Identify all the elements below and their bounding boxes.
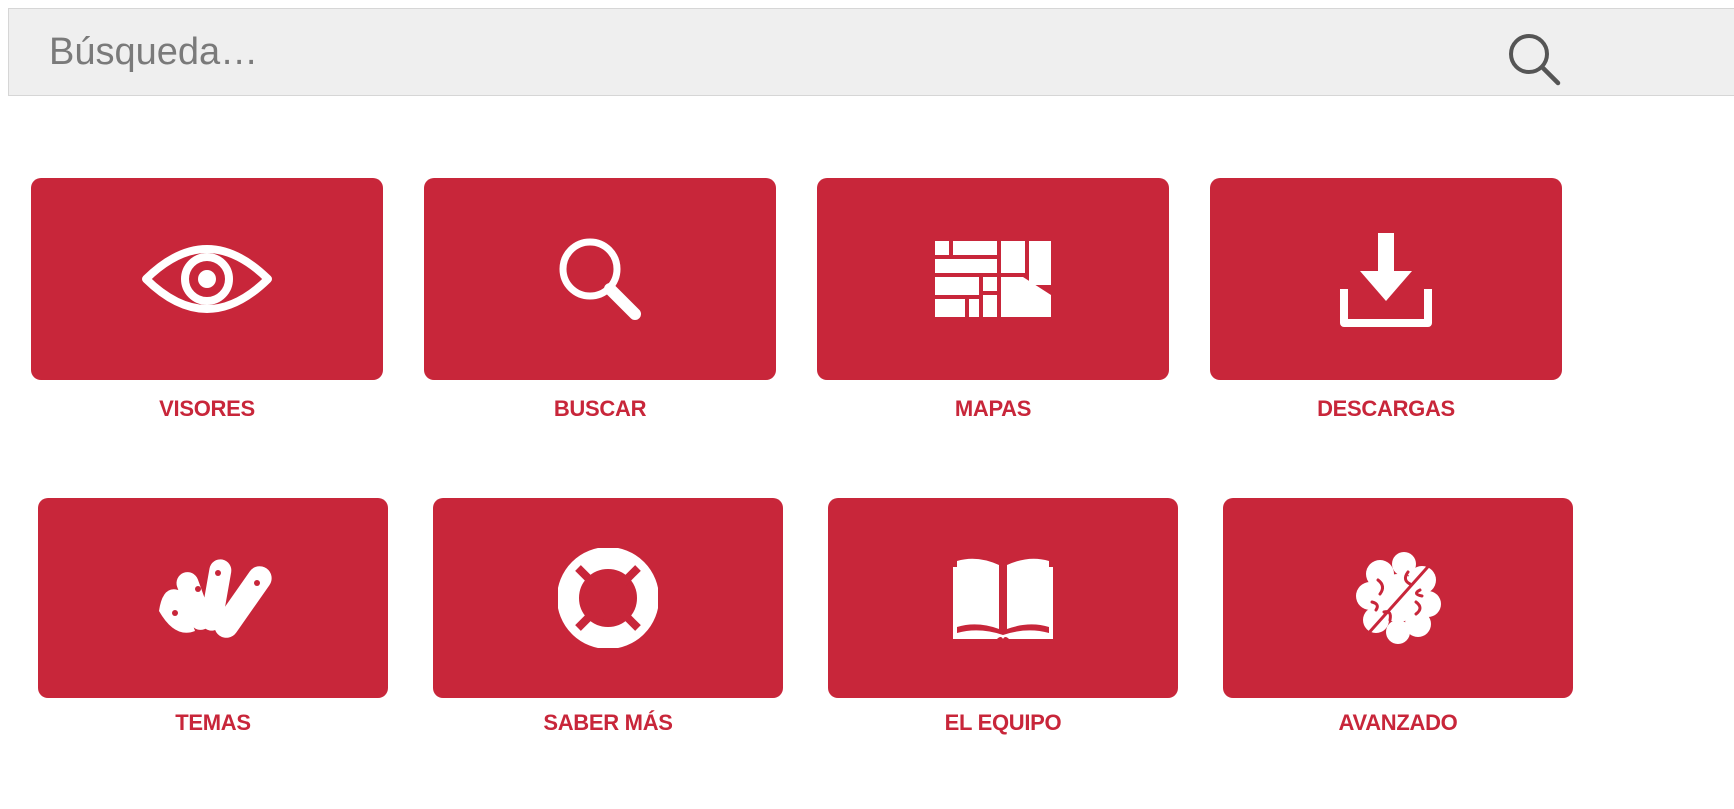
search-input[interactable] xyxy=(49,9,1449,95)
tile-el-equipo-label: EL EQUIPO xyxy=(944,710,1062,735)
tile-mapas-box[interactable] xyxy=(817,178,1169,380)
tile-mapas-label: MAPAS xyxy=(954,396,1032,421)
tile-avanzado[interactable]: AVANZADO xyxy=(1223,498,1573,736)
tile-temas-label: TEMAS xyxy=(175,710,251,735)
magnifier-icon xyxy=(559,238,641,320)
tile-buscar[interactable]: BUSCAR xyxy=(424,178,776,422)
tile-descargas[interactable]: DESCARGAS xyxy=(1210,178,1562,422)
open-book-icon xyxy=(953,558,1053,639)
brain-icon xyxy=(1356,552,1441,644)
tile-saber-mas-box[interactable] xyxy=(433,498,783,698)
tile-saber-mas[interactable]: SABER MÁS xyxy=(433,498,783,736)
download-icon xyxy=(1340,233,1432,327)
lifebuoy-icon xyxy=(558,548,658,648)
tile-saber-mas-label: SABER MÁS xyxy=(543,710,673,735)
tile-temas-box[interactable] xyxy=(38,498,388,698)
search-bar xyxy=(8,8,1734,96)
tile-descargas-label: DESCARGAS xyxy=(1317,396,1455,421)
search-icon[interactable] xyxy=(1504,29,1564,89)
tile-visores-label: VISORES xyxy=(159,396,255,421)
tile-buscar-label: BUSCAR xyxy=(553,396,647,421)
tile-el-equipo[interactable]: EL EQUIPO xyxy=(828,498,1178,736)
tile-visores[interactable]: VISORES xyxy=(31,178,383,422)
tile-mapas[interactable]: MAPAS xyxy=(817,178,1169,422)
page: VISORES BUSCAR xyxy=(0,0,1734,809)
tile-visores-box[interactable] xyxy=(31,178,383,380)
tile-buscar-box[interactable] xyxy=(424,178,776,380)
tile-temas[interactable]: TEMAS xyxy=(38,498,388,736)
tile-avanzado-box[interactable] xyxy=(1223,498,1573,698)
color-swatches-icon xyxy=(159,559,272,638)
map-blocks-icon xyxy=(935,241,1051,317)
eye-icon xyxy=(142,245,272,313)
tile-el-equipo-box[interactable] xyxy=(828,498,1178,698)
tile-avanzado-label: AVANZADO xyxy=(1338,710,1458,735)
tile-descargas-box[interactable] xyxy=(1210,178,1562,380)
